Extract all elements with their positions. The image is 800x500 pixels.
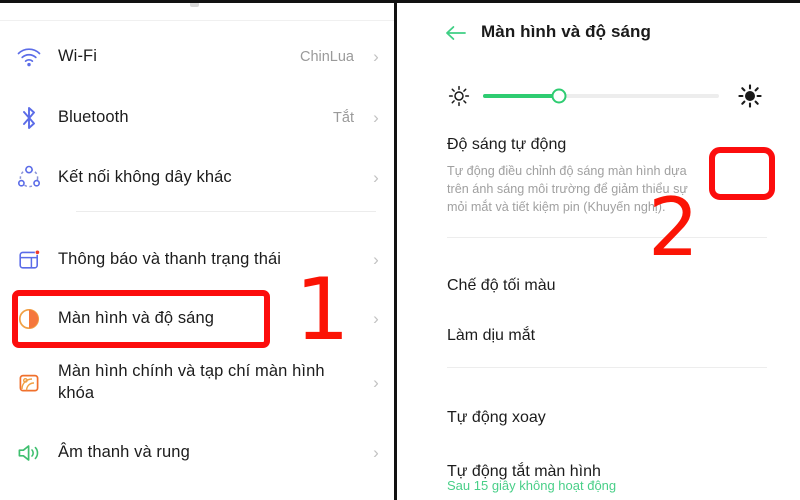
row-label: Chế độ tối màu bbox=[447, 277, 556, 294]
brightness-slider-row bbox=[397, 79, 800, 113]
highlight-box-auto-brightness-toggle bbox=[709, 147, 775, 200]
brightness-slider[interactable] bbox=[483, 88, 719, 104]
row-label: Làm dịu mắt bbox=[447, 327, 536, 344]
sound-vibration-icon bbox=[0, 423, 58, 483]
row-dark-mode[interactable]: Chế độ tối màu bbox=[397, 260, 800, 312]
row-eye-comfort[interactable]: Làm dịu mắt bbox=[397, 310, 800, 362]
screenshot-root: Wi-Fi ChinLua › Bluetooth Tắt › Kết nối … bbox=[0, 0, 800, 500]
section-divider bbox=[447, 367, 767, 368]
list-divider bbox=[76, 211, 376, 212]
row-screen-timeout[interactable]: Tự động tắt màn hình Sau 15 giây không h… bbox=[397, 446, 800, 498]
wifi-icon bbox=[0, 27, 58, 87]
row-sublabel: Sau 15 giây không hoạt động bbox=[447, 478, 617, 493]
sidebar-item-bluetooth[interactable]: Bluetooth Tắt › bbox=[0, 88, 394, 148]
highlight-box-display-brightness bbox=[12, 290, 270, 348]
chevron-right-icon: › bbox=[373, 168, 379, 187]
sidebar-item-label: Wi-Fi bbox=[58, 47, 97, 66]
chevron-right-icon: › bbox=[373, 443, 379, 462]
brightness-slider-handle[interactable] bbox=[551, 88, 567, 104]
settings-list-panel: Wi-Fi ChinLua › Bluetooth Tắt › Kết nối … bbox=[0, 3, 394, 500]
wifi-value: ChinLua bbox=[299, 49, 354, 65]
wireless-connections-icon bbox=[0, 148, 58, 208]
sidebar-item-label: Bluetooth bbox=[58, 108, 129, 127]
row-label: Tự động xoay bbox=[447, 409, 546, 426]
chevron-right-icon: › bbox=[373, 47, 379, 66]
brightness-low-icon bbox=[448, 85, 470, 112]
row-auto-rotate[interactable]: Tự động xoay bbox=[397, 392, 800, 444]
brightness-slider-fill bbox=[483, 94, 559, 98]
back-arrow-icon[interactable] bbox=[445, 24, 467, 42]
bluetooth-icon bbox=[0, 88, 58, 148]
sidebar-item-label: Màn hình chính và tạp chí màn hình khóa bbox=[58, 362, 325, 402]
chevron-right-icon: › bbox=[373, 108, 379, 127]
annotation-step-2: 2 bbox=[648, 181, 699, 274]
display-settings-panel: Màn hình và độ sáng Độ sáng tự động Tự đ… bbox=[397, 3, 800, 500]
section-divider bbox=[447, 237, 767, 238]
chevron-right-icon: › bbox=[373, 309, 379, 328]
bluetooth-value: Tắt bbox=[333, 110, 354, 126]
sidebar-item-sound-vibration[interactable]: Âm thanh và rung › bbox=[0, 423, 394, 483]
auto-brightness-title: Độ sáng tự động bbox=[447, 136, 567, 153]
chevron-right-icon: › bbox=[373, 250, 379, 269]
sidebar-item-wifi[interactable]: Wi-Fi ChinLua › bbox=[0, 27, 394, 87]
sidebar-item-label: Kết nối không dây khác bbox=[58, 168, 232, 187]
status-bar bbox=[0, 3, 394, 8]
annotation-step-1: 1 bbox=[295, 260, 350, 360]
brightness-high-icon bbox=[738, 84, 762, 113]
header-underline bbox=[0, 20, 394, 21]
notification-icon bbox=[0, 230, 58, 290]
sidebar-item-label: Âm thanh và rung bbox=[58, 443, 190, 462]
sidebar-item-other-wireless[interactable]: Kết nối không dây khác › bbox=[0, 148, 394, 208]
wallpaper-icon bbox=[0, 347, 58, 419]
page-title: Màn hình và độ sáng bbox=[481, 22, 652, 41]
status-notch bbox=[190, 3, 199, 7]
chevron-right-icon: › bbox=[373, 373, 379, 392]
